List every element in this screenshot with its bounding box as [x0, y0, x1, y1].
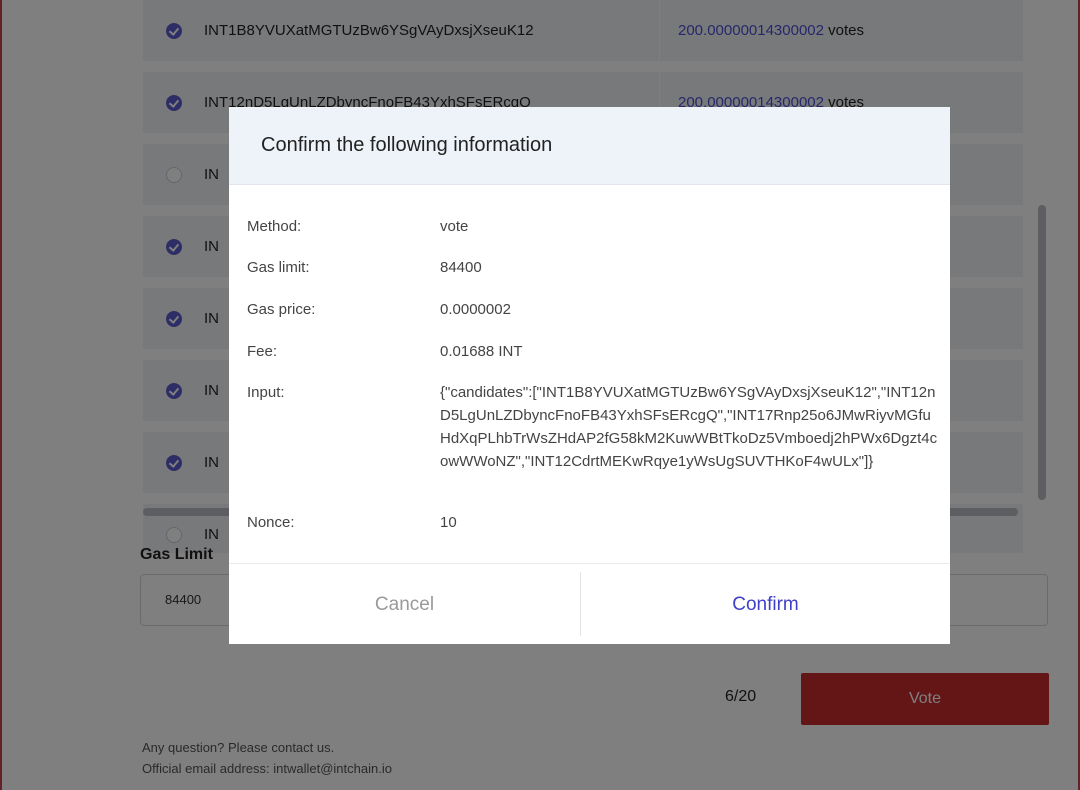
fee-value: 0.01688 INT [440, 343, 523, 360]
confirm-button[interactable]: Confirm [581, 564, 950, 644]
gas-limit-field-value: 84400 [440, 259, 482, 276]
fee-label: Fee: [247, 343, 278, 360]
nonce-label: Nonce: [247, 514, 295, 531]
nonce-value: 10 [440, 514, 457, 531]
gas-limit-field-label: Gas limit: [247, 259, 310, 276]
method-value: vote [440, 218, 469, 235]
confirm-dialog: Confirm the following information Method… [229, 107, 950, 644]
cancel-button[interactable]: Cancel [229, 564, 580, 644]
input-label: Input: [247, 384, 285, 401]
dialog-footer: Cancel Confirm [229, 563, 950, 644]
method-label: Method: [247, 218, 302, 235]
gas-price-label: Gas price: [247, 301, 316, 318]
input-value: {"candidates":["INT1B8YVUXatMGTUzBw6YSgV… [440, 384, 938, 470]
dialog-header: Confirm the following information [229, 107, 950, 185]
gas-price-value: 0.0000002 [440, 301, 511, 318]
dialog-title: Confirm the following information [261, 134, 553, 156]
